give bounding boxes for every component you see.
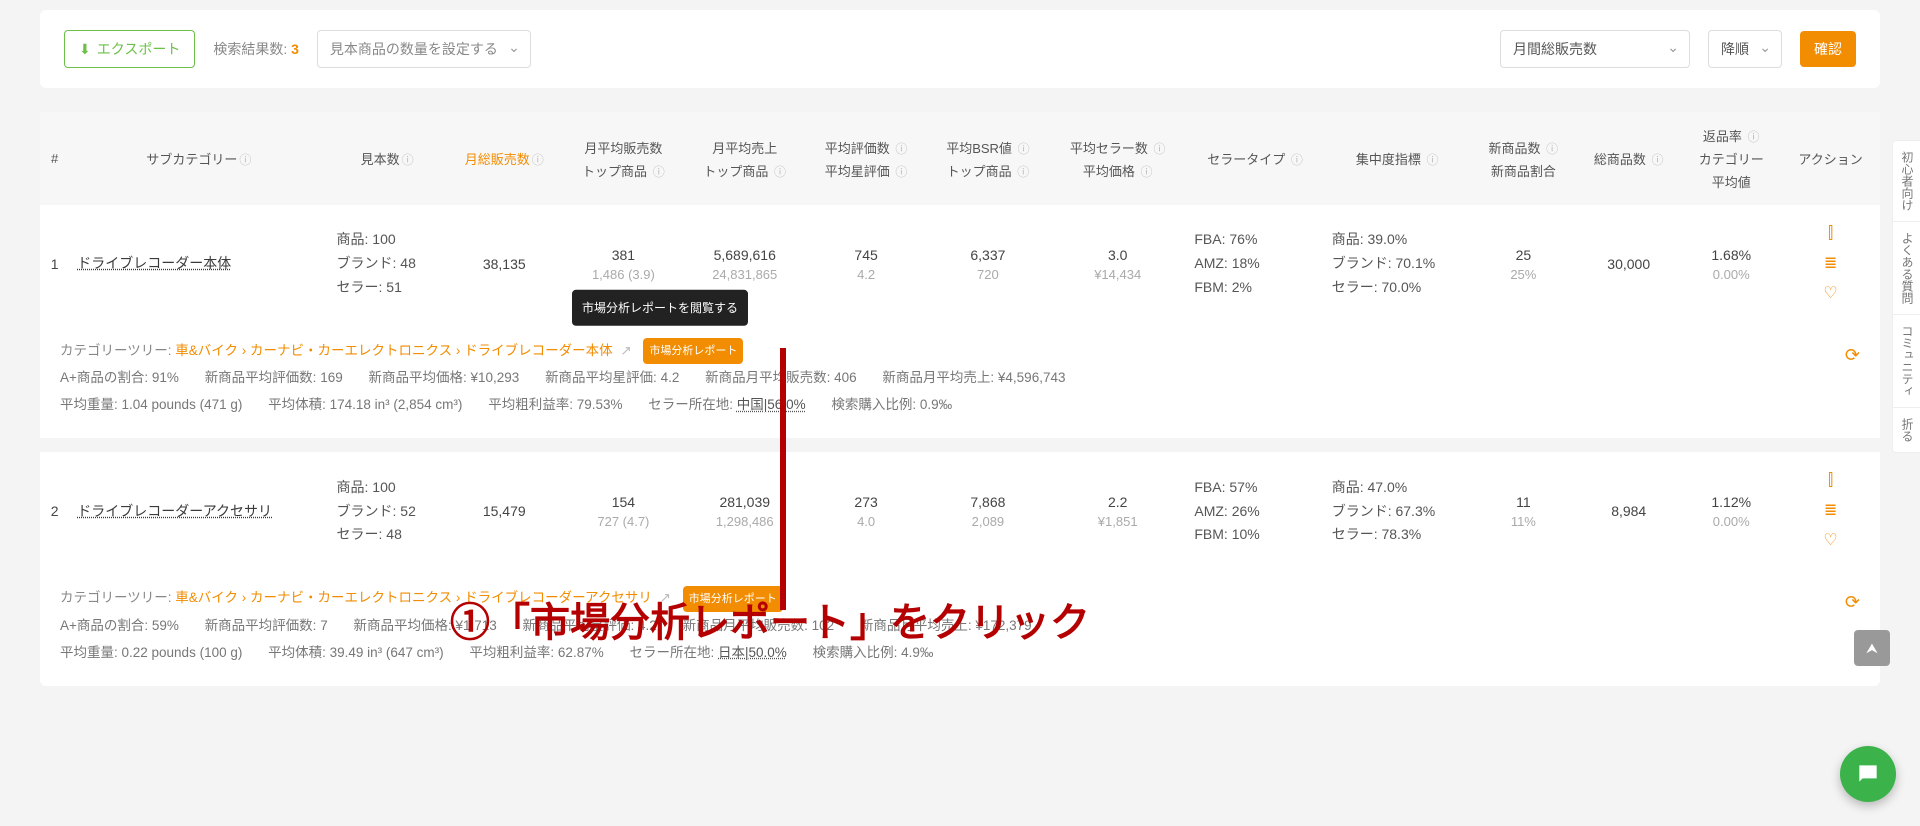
cell-new-products: 1111% [1471, 452, 1576, 570]
table-meta-row: ⟳ カテゴリーツリー: 車&バイク › カーナビ・カーエレクトロニクス › ドラ… [40, 570, 1880, 685]
col-concentration[interactable]: 集中度指標 ⓘ [1324, 112, 1471, 205]
refresh-icon[interactable]: ⟳ [1845, 584, 1860, 620]
chat-button[interactable] [1840, 746, 1896, 802]
cell-avg-reviews: 7454.2 [805, 205, 926, 323]
external-link-icon[interactable]: ↗ [660, 590, 671, 605]
cell-sample: 商品: 100 ブランド: 48 セラー: 51 [329, 205, 446, 323]
cell-actions: ⫿ ≣ ♡ [1781, 452, 1880, 570]
list-icon[interactable]: ≣ [1824, 253, 1837, 273]
col-new-products[interactable]: 新商品数 ⓘ 新商品割合 [1471, 112, 1576, 205]
col-avg-sellers[interactable]: 平均セラー数 ⓘ 平均価格 ⓘ [1049, 112, 1186, 205]
cell-concentration: 商品: 39.0% ブランド: 70.1% セラー: 70.0% [1324, 205, 1471, 323]
col-avg-bsr[interactable]: 平均BSR値 ⓘ トップ商品 ⓘ [927, 112, 1049, 205]
sort-field-select[interactable]: 月間総販売数 [1500, 30, 1690, 68]
seller-location-link[interactable]: 中国|56.0% [737, 397, 806, 412]
side-rail-beginner[interactable]: 初心者向け [1893, 141, 1920, 222]
side-rail-community[interactable]: コミュニティ [1893, 315, 1920, 408]
external-link-icon[interactable]: ↗ [620, 343, 631, 358]
scroll-top-button[interactable]: ⮝ [1854, 630, 1890, 666]
seller-location-link[interactable]: 日本|50.0% [718, 645, 787, 660]
table-row: 2 ドライブレコーダーアクセサリ 商品: 100 ブランド: 52 セラー: 4… [40, 452, 1880, 570]
download-icon: ⬇ [79, 41, 91, 58]
cell-seller-type: FBA: 76% AMZ: 18% FBM: 2% [1186, 205, 1323, 323]
cell-seller-type: FBA: 57% AMZ: 26% FBM: 10% [1186, 452, 1323, 570]
cell-index: 2 [40, 452, 69, 570]
cell-sample: 商品: 100 ブランド: 52 セラー: 48 [329, 452, 446, 570]
results-table: # サブカテゴリーⓘ 見本数ⓘ 月総販売数ⓘ 月平均販売数 トップ商品 ⓘ 月平… [40, 112, 1880, 686]
heart-icon[interactable]: ♡ [1823, 283, 1837, 303]
results-label: 検索結果数: 3 [213, 39, 299, 59]
cell-monthly-sales: 38,135 [446, 205, 563, 323]
cell-return-rate: 1.12%0.00% [1681, 452, 1781, 570]
col-monthly-sales[interactable]: 月総販売数ⓘ [446, 112, 563, 205]
cell-avg-bsr: 7,8682,089 [927, 452, 1049, 570]
table-meta-row: ⟳ カテゴリーツリー: 車&バイク › カーナビ・カーエレクトロニクス › ドラ… [40, 323, 1880, 438]
export-label: エクスポート [97, 39, 181, 59]
side-rail-fold[interactable]: 折る [1893, 408, 1920, 452]
col-avg-reviews[interactable]: 平均評価数 ⓘ 平均星評価 ⓘ [805, 112, 926, 205]
category-tree-link[interactable]: 車&バイク › カーナビ・カーエレクトロニクス › ドライブレコーダー本体 [175, 343, 612, 358]
market-report-tooltip: 市場分析レポートを閲覧する [572, 290, 748, 326]
cell-avg-monthly-revenue: 281,0391,298,486 [684, 452, 805, 570]
list-icon[interactable]: ≣ [1824, 500, 1837, 520]
category-tree-link[interactable]: 車&バイク › カーナビ・カーエレクトロニクス › ドライブレコーダーアクセサリ [175, 590, 652, 605]
chat-icon [1855, 761, 1881, 787]
table-row: 1 ドライブレコーダー本体 商品: 100 ブランド: 48 セラー: 51 3… [40, 205, 1880, 323]
table-header-row: # サブカテゴリーⓘ 見本数ⓘ 月総販売数ⓘ 月平均販売数 トップ商品 ⓘ 月平… [40, 112, 1880, 205]
side-rail-faq[interactable]: よくある質問 [1893, 222, 1920, 315]
cell-subcategory[interactable]: ドライブレコーダー本体 [69, 205, 328, 323]
cell-total-products: 8,984 [1576, 452, 1681, 570]
cell-concentration: 商品: 47.0% ブランド: 67.3% セラー: 78.3% [1324, 452, 1471, 570]
chart-icon[interactable]: ⫿ [1828, 472, 1833, 490]
cell-avg-monthly-sales: 154727 (4.7) [563, 452, 684, 570]
market-report-badge[interactable]: 市場分析レポート [643, 338, 743, 364]
cell-monthly-sales: 15,479 [446, 452, 563, 570]
col-avg-monthly-revenue[interactable]: 月平均売上 トップ商品 ⓘ [684, 112, 805, 205]
cell-avg-bsr: 6,337720 [927, 205, 1049, 323]
cell-avg-sellers: 2.2¥1,851 [1049, 452, 1186, 570]
col-seller-type[interactable]: セラータイプ ⓘ [1186, 112, 1323, 205]
cell-avg-reviews: 2734.0 [805, 452, 926, 570]
col-index: # [40, 112, 69, 205]
chart-icon[interactable]: ⫿ [1828, 225, 1833, 243]
market-report-badge[interactable]: 市場分析レポート [683, 586, 783, 612]
export-button[interactable]: ⬇ エクスポート [64, 30, 195, 68]
cell-total-products: 30,000 [1576, 205, 1681, 323]
refresh-icon[interactable]: ⟳ [1845, 337, 1860, 373]
cell-return-rate: 1.68%0.00% [1681, 205, 1781, 323]
col-sample[interactable]: 見本数ⓘ [329, 112, 446, 205]
col-avg-monthly-sales[interactable]: 月平均販売数 トップ商品 ⓘ [563, 112, 684, 205]
sample-quantity-select[interactable]: 見本商品の数量を設定する [317, 30, 531, 68]
col-action: アクション [1781, 112, 1880, 205]
cell-index: 1 [40, 205, 69, 323]
heart-icon[interactable]: ♡ [1823, 530, 1837, 550]
cell-avg-sellers: 3.0¥14,434 [1049, 205, 1186, 323]
cell-actions: ⫿ ≣ ♡ [1781, 205, 1880, 323]
col-subcategory[interactable]: サブカテゴリーⓘ [69, 112, 328, 205]
cell-subcategory[interactable]: ドライブレコーダーアクセサリ [69, 452, 328, 570]
confirm-button[interactable]: 確認 [1800, 31, 1856, 67]
side-rail: 初心者向け よくある質問 コミュニティ 折る [1892, 140, 1920, 453]
cell-new-products: 2525% [1471, 205, 1576, 323]
col-total-products[interactable]: 総商品数 ⓘ [1576, 112, 1681, 205]
col-return-rate[interactable]: 返品率 ⓘ カテゴリー 平均値 [1681, 112, 1781, 205]
sort-order-select[interactable]: 降順 [1708, 30, 1782, 68]
